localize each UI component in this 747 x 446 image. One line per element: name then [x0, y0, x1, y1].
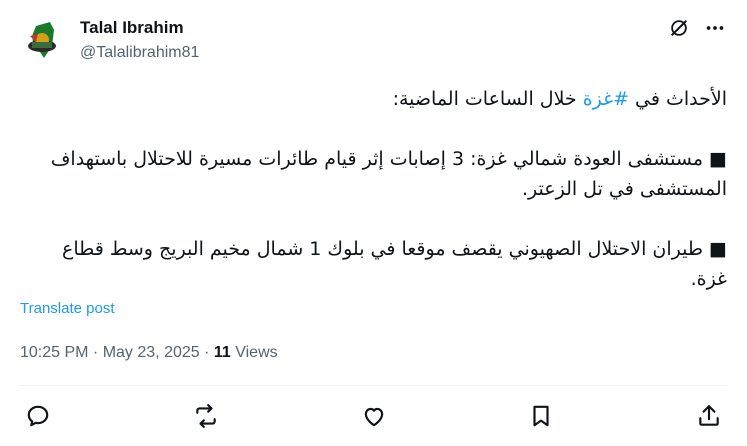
- like-icon[interactable]: [360, 402, 388, 430]
- views-label: Views: [230, 344, 278, 361]
- divider: [20, 385, 727, 386]
- avatar-image: [20, 16, 66, 62]
- more-icon[interactable]: [703, 16, 727, 40]
- retweet-icon[interactable]: [192, 402, 220, 430]
- author-handle[interactable]: @Talalibrahim81: [80, 44, 199, 62]
- views-count: 11: [213, 344, 231, 361]
- tweet-line1-prefix: الأحداث في: [629, 88, 727, 110]
- tweet-time[interactable]: 10:25 PM: [20, 344, 88, 361]
- tweet-line1: الأحداث في #غزة خلال الساعات الماضية:: [393, 88, 727, 110]
- tweet-meta: 10:25 PM · May 23, 2025 · 11 Views: [20, 344, 278, 362]
- reply-icon[interactable]: [24, 402, 52, 430]
- hashtag-link[interactable]: #غزة: [583, 88, 629, 110]
- avatar[interactable]: [20, 16, 66, 62]
- tweet-line1-suffix: خلال الساعات الماضية:: [392, 88, 583, 110]
- grok-icon[interactable]: [667, 16, 691, 40]
- tweet-paragraph-3: ■ طيران الاحتلال الصهيوني يقصف موقعا في …: [55, 238, 727, 290]
- meta-separator: ·: [88, 344, 103, 361]
- author-name[interactable]: Talal Ibrahim: [80, 18, 184, 38]
- meta-separator: ·: [199, 344, 214, 361]
- tweet-paragraph-2: ■ مستشفى العودة شمالي غزة: 3 إصابات إثر …: [44, 148, 727, 200]
- translate-post-link[interactable]: Translate post: [20, 300, 115, 317]
- tweet-text: الأحداث في #غزة خلال الساعات الماضية: ■ …: [20, 84, 727, 294]
- tweet-date[interactable]: May 23, 2025: [103, 344, 200, 361]
- share-icon[interactable]: [695, 402, 723, 430]
- action-bar: [24, 400, 723, 432]
- bookmark-icon[interactable]: [527, 402, 555, 430]
